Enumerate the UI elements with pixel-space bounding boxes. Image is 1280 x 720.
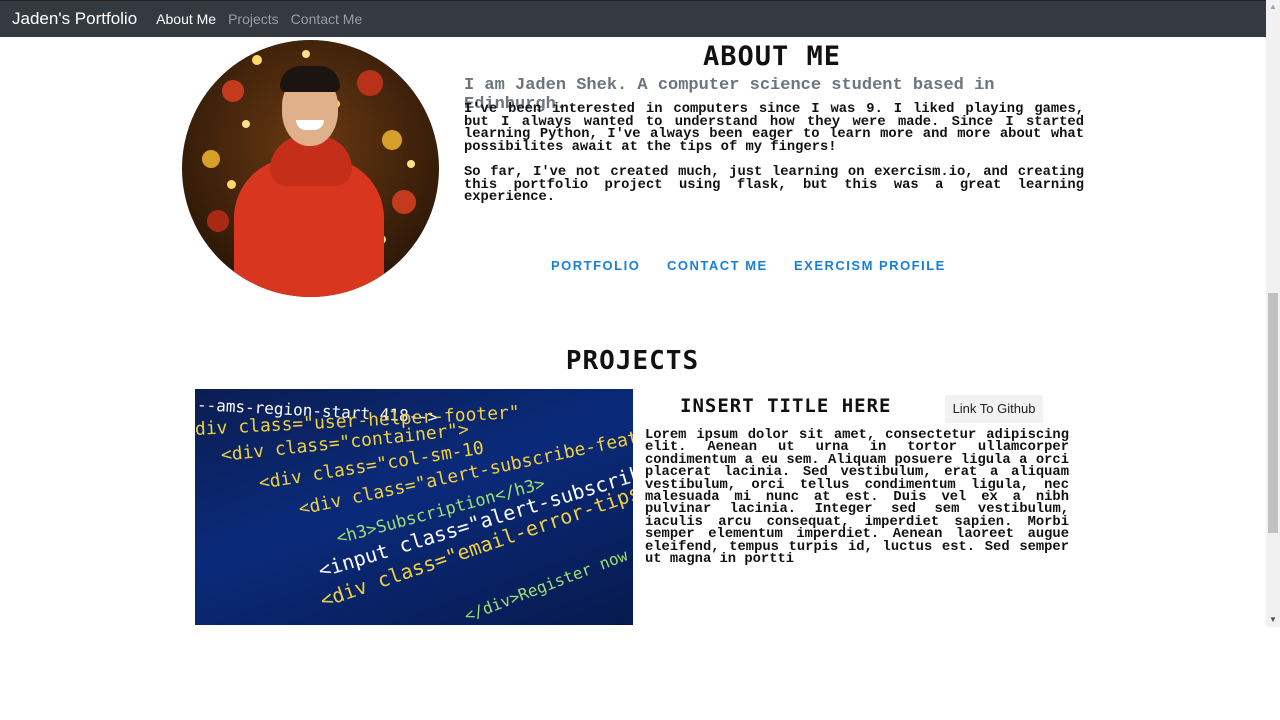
projects-heading: PROJECTS [565,346,700,376]
github-link-button[interactable]: Link To Github [945,395,1043,423]
scroll-up-arrow-icon[interactable]: ▲ [1266,0,1280,14]
about-paragraph-1: I've been interested in computers since … [464,102,1084,155]
project-description: Lorem ipsum dolor sit amet, consectetur … [645,428,1069,568]
contact-me-link[interactable]: CONTACT ME [667,258,768,273]
scroll-thumb[interactable] [1268,293,1278,533]
portfolio-link[interactable]: PORTFOLIO [551,258,640,273]
nav-link-projects[interactable]: Projects [228,11,279,27]
scroll-down-arrow-icon[interactable]: ▼ [1266,613,1280,627]
brand-link[interactable]: Jaden's Portfolio [12,9,137,29]
nav-link-about[interactable]: About Me [156,11,216,27]
top-navbar: Jaden's Portfolio About Me Projects Cont… [0,0,1266,37]
about-paragraph-2: So far, I've not created much, just lear… [464,165,1084,205]
project-title: INSERT TITLE HERE [680,395,892,417]
nav-link-contact[interactable]: Contact Me [291,11,363,27]
page-scrollbar[interactable]: ▲ ▼ [1266,0,1280,627]
profile-photo [182,40,439,297]
exercism-profile-link[interactable]: EXERCISM PROFILE [794,258,946,273]
about-heading: ABOUT ME [702,41,842,72]
project-image: --ams-region-start 418--> div class="use… [195,389,633,625]
